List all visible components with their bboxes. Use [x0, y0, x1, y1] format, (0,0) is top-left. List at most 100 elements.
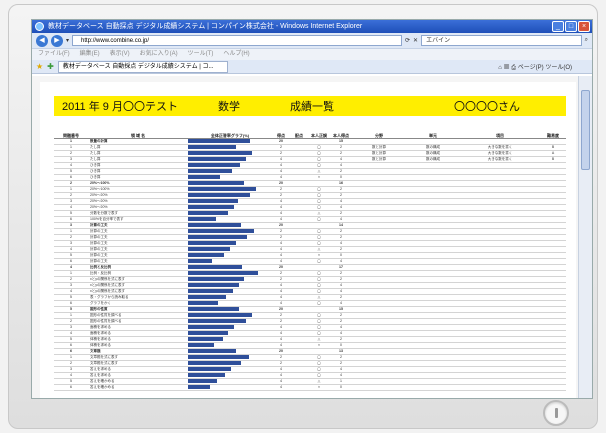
monitor-bezel: 教材データベース 自動採点 デジタル成績システム | コンパイン株式会社 - W…: [8, 4, 598, 429]
column-header: 本人正誤: [308, 122, 330, 139]
menu-item[interactable]: お気に入り(A): [140, 49, 178, 60]
column-header: 本人得点: [330, 122, 352, 139]
column-header: 項目: [460, 122, 540, 139]
url-input[interactable]: http://www.combine.co.jp/: [72, 35, 403, 46]
refresh-icon[interactable]: ⟳: [405, 37, 410, 44]
document-area: 2011 年 9 月〇〇テスト 数学 成績一覧 〇〇〇〇さん 問題番号領 域 名…: [32, 76, 580, 398]
report-subject: 数学: [218, 101, 240, 113]
browser-window: 教材データベース 自動採点 デジタル成績システム | コンパイン株式会社 - W…: [31, 19, 593, 399]
rate-bar: [188, 337, 224, 341]
rate-bar: [188, 151, 252, 155]
menu-item[interactable]: ヘルプ(H): [223, 49, 249, 60]
command-bar: ⌂ ▦ ⎙ ページ(P) ツール(O): [498, 62, 572, 72]
student-name: 〇〇〇〇さん: [454, 101, 520, 113]
rate-bar: [188, 193, 251, 197]
minimize-icon[interactable]: _: [552, 21, 564, 32]
rate-bar: [188, 223, 241, 227]
page-menu[interactable]: ページ(P): [518, 65, 544, 71]
rate-bar: [188, 265, 243, 269]
column-header: 単元: [406, 122, 460, 139]
rate-bar: [188, 295, 227, 299]
tab-current[interactable]: 教材データベース 自動採点 デジタル成績システム | コ...: [57, 60, 228, 73]
rate-bar: [188, 277, 244, 281]
rate-bar: [188, 199, 238, 203]
rate-bar: [188, 145, 236, 149]
difficulty: [540, 384, 566, 391]
report-header: 2011 年 9 月〇〇テスト 数学 成績一覧 〇〇〇〇さん: [54, 96, 566, 116]
rate-bar: [188, 343, 215, 347]
domain-name: 答えを確かめる: [88, 384, 188, 391]
menu-bar: ファイル(F) 編集(E) 表示(V) お気に入り(A) ツール(T) ヘルプ(H): [32, 49, 592, 60]
rate-bar: [188, 187, 256, 191]
problem-number: 6: [54, 384, 88, 391]
add-favorites-icon[interactable]: ✚: [47, 62, 54, 71]
unit: [406, 384, 460, 391]
feeds-icon[interactable]: ▦: [504, 65, 510, 71]
rate-bar: [188, 235, 248, 239]
home-icon[interactable]: ⌂: [498, 65, 502, 71]
rate-bar: [188, 229, 254, 233]
ie-logo-icon: [35, 22, 44, 31]
rate-bar: [188, 157, 246, 161]
max-score: 4: [272, 384, 290, 391]
rate-bar: [188, 361, 241, 365]
rate-bar: [188, 247, 230, 251]
rate-bar: [188, 253, 224, 257]
back-icon[interactable]: ◀: [36, 34, 48, 47]
rate-bar: [188, 355, 249, 359]
forward-icon[interactable]: ▶: [51, 34, 63, 47]
rate-bar: [188, 205, 235, 209]
menu-item[interactable]: ファイル(F): [38, 49, 70, 60]
column-header: 難易度: [540, 122, 566, 139]
print-icon[interactable]: ⎙: [511, 65, 516, 71]
rate-bar: [188, 331, 228, 335]
favorites-star-icon[interactable]: ★: [36, 62, 43, 71]
maximize-icon[interactable]: □: [565, 21, 577, 32]
points: [290, 384, 308, 391]
category: [352, 384, 406, 391]
tools-menu[interactable]: ツール(O): [545, 65, 572, 71]
table-row: 6 答えを確かめる 4 × 0: [54, 384, 566, 391]
student-score: 0: [330, 384, 352, 391]
rate-bar: [188, 301, 219, 305]
rate-bar: [188, 313, 252, 317]
rate-bar: [188, 211, 228, 215]
power-button-icon[interactable]: [543, 400, 569, 426]
rate-bar: [188, 373, 225, 377]
stop-icon[interactable]: ✕: [413, 37, 418, 44]
menu-item[interactable]: 表示(V): [110, 49, 130, 60]
column-header: 分野: [352, 122, 406, 139]
rate-bar: [188, 379, 217, 383]
item: [460, 384, 540, 391]
grade-table: 問題番号領 域 名全体正答率グラフ(%) 得点 配点 本人正誤 本人得点 分野 単元 項目 難易…: [54, 122, 566, 391]
title-bar: 教材データベース 自動採点 デジタル成績システム | コンパイン株式会社 - W…: [32, 20, 592, 33]
close-icon[interactable]: ×: [578, 21, 590, 32]
rate-bar: [188, 307, 240, 311]
column-header: 全体正答率グラフ(%): [188, 122, 272, 139]
rate-bar-cell: [188, 384, 272, 391]
rate-bar: [188, 325, 235, 329]
rate-bar: [188, 319, 246, 323]
rate-bar: [188, 289, 233, 293]
column-header: 問題番号: [54, 122, 88, 139]
scrollbar-thumb[interactable]: [581, 90, 590, 170]
nav-dropdown-icon[interactable]: ▾: [66, 37, 69, 44]
rate-bar: [188, 169, 232, 173]
rate-bar: [188, 283, 240, 287]
result-mark: ×: [308, 384, 330, 391]
tab-bar: ★ ✚ 教材データベース 自動採点 デジタル成績システム | コ... ⌂ ▦ …: [32, 60, 592, 74]
menu-item[interactable]: 編集(E): [80, 49, 100, 60]
column-header: 領 域 名: [88, 122, 188, 139]
search-icon[interactable]: ⌕: [585, 37, 588, 44]
search-input[interactable]: エバイン: [421, 35, 582, 46]
vertical-scrollbar[interactable]: [578, 76, 592, 398]
rate-bar: [188, 163, 240, 167]
rate-bar: [188, 175, 220, 179]
rate-bar: [188, 241, 236, 245]
menu-item[interactable]: ツール(T): [188, 49, 214, 60]
column-header: 得点: [272, 122, 290, 139]
column-header: 配点: [290, 122, 308, 139]
window-controls: _ □ ×: [552, 21, 590, 32]
report-date: 2011 年 9 月〇〇テスト: [62, 101, 178, 113]
window-title: 教材データベース 自動採点 デジタル成績システム | コンパイン株式会社 - W…: [48, 23, 363, 30]
